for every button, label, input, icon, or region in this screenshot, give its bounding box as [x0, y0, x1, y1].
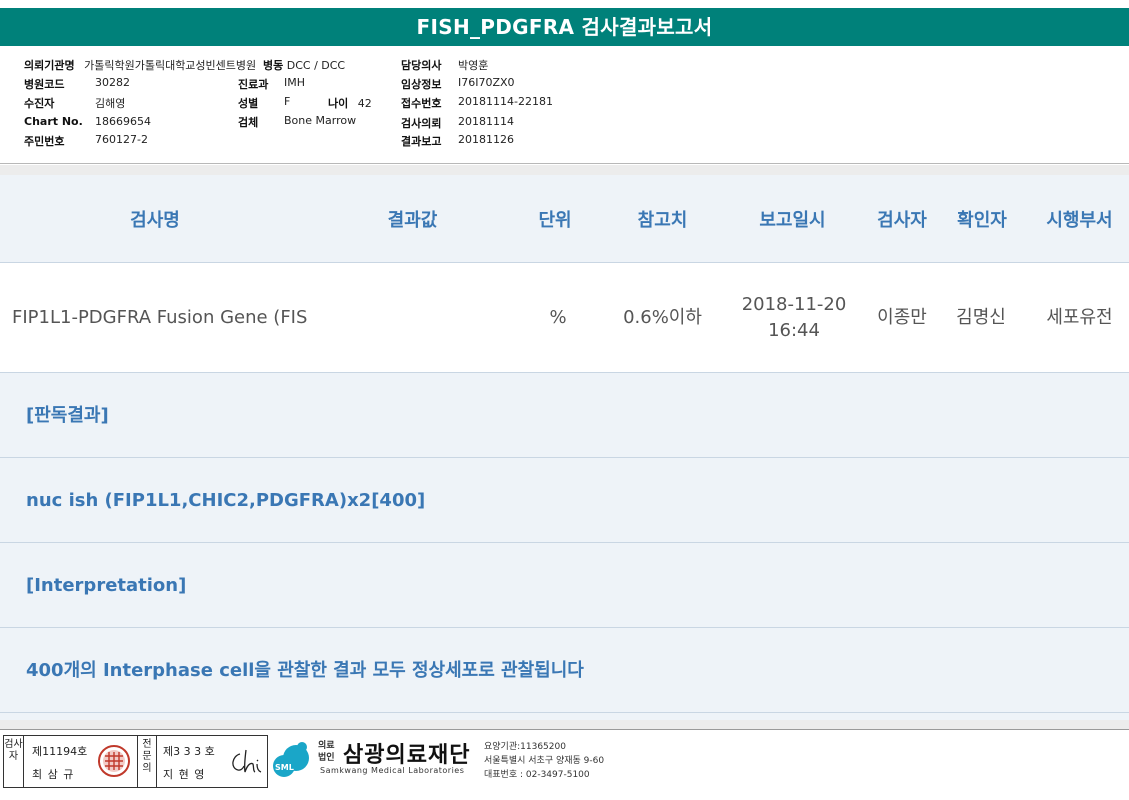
org-name: 삼광의료재단 [343, 743, 471, 768]
table-row: FIP1L1-PDGFRA Fusion Gene (FIS % 0.6%이하 … [0, 263, 1129, 373]
section-karyotype-text: nuc ish (FIP1L1,CHIC2,PDGFRA)x2[400] [26, 490, 426, 511]
results-table: 검사명 결과값 단위 참고치 보고일시 검사자 확인자 시행부서 FIP1L1-… [0, 175, 1129, 720]
footer-separator [0, 720, 1129, 730]
specimen-value: Bone Marrow [284, 114, 357, 127]
specialist-license: 제3 3 3 호 [163, 745, 215, 758]
receipt-no-value: 20181114-22181 [458, 95, 553, 108]
request-date-label: 검사의뢰 [401, 117, 442, 130]
header-unit: 단위 [538, 210, 572, 231]
cell-tester: 이종만 [877, 307, 927, 328]
header-test-name: 검사명 [130, 210, 180, 231]
clinical-info-label: 임상정보 [401, 78, 442, 91]
receipt-no-label: 접수번호 [401, 97, 442, 110]
header-tester: 검사자 [877, 210, 927, 231]
section-interpretation-text: 400개의 Interphase cell을 관찰한 결과 모두 정상세포로 관… [26, 660, 584, 681]
request-date-value: 20181114 [458, 115, 514, 128]
hospital-code-field: 병원코드 30282 [24, 76, 130, 92]
hospital-code-label: 병원코드 [24, 78, 65, 91]
patient-name-field: 수진자 김해영 [24, 95, 125, 111]
specialist-name: 지 현 영 [163, 768, 206, 781]
org-address: 서울특별시 서초구 양재동 9-60 [484, 756, 605, 766]
doctor-field: 담당의사 박영훈 [401, 57, 488, 73]
cell-confirmer: 김명신 [956, 307, 1006, 328]
separator [0, 165, 1129, 175]
clinical-info-value: I76I70ZX0 [458, 76, 515, 89]
cell-result [345, 263, 480, 373]
report-title: FISH_PDGFRA 검사결과보고서 [0, 8, 1129, 46]
ward-value: DCC / DCC [286, 59, 346, 72]
cell-reference: 0.6%이하 [623, 307, 702, 328]
report-date-value: 20181126 [458, 133, 514, 146]
sex-field: 성별 F [238, 95, 290, 111]
receipt-no-field: 접수번호 20181114-22181 [401, 95, 553, 111]
doctor-label: 담당의사 [401, 59, 442, 72]
sex-label: 성별 [238, 97, 259, 110]
section-reading-result: [판독결과] [0, 373, 1129, 458]
cell-report-datetime: 2018-11-20 16:44 [741, 294, 847, 341]
specialist-vertical-label: 전문의 [137, 736, 157, 787]
cell-test-name: FIP1L1-PDGFRA Fusion Gene (FIS [12, 307, 308, 328]
resident-id-value: 760127-2 [95, 133, 148, 146]
section-interpretation-heading-text: [Interpretation] [26, 575, 187, 596]
header-reference: 참고치 [637, 210, 688, 231]
age-value: 42 [357, 97, 372, 110]
age-label: 나이 [328, 97, 349, 110]
doctor-value: 박영훈 [458, 59, 489, 72]
patient-name-value: 김해영 [95, 97, 126, 110]
chart-no-field: Chart No. 18669654 [24, 115, 151, 128]
section-interpretation-heading: [Interpretation] [0, 543, 1129, 628]
tester-license: 제11194호 [32, 745, 88, 758]
sml-logo-text: SML [275, 763, 294, 772]
cell-department: 세포유전 [1046, 307, 1113, 328]
tester-vertical-label: 검사자 [4, 736, 24, 787]
ward-label: 병동 [263, 59, 284, 72]
clinical-info-field: 임상정보 I76I70ZX0 [401, 76, 515, 92]
org-code: 요양기관:11365200 [484, 742, 566, 752]
org-english-name: Samkwang Medical Laboratories [320, 766, 465, 775]
resident-id-label: 주민번호 [24, 135, 65, 148]
age-field: 나이 42 [328, 95, 372, 111]
header-confirmer: 확인자 [957, 210, 1007, 231]
institution-value: 가톨릭학원가톨릭대학교성빈센트병원 [84, 59, 257, 72]
sex-value: F [284, 95, 291, 108]
department-label: 진료과 [238, 78, 269, 91]
org-prefix-2: 법인 [318, 753, 335, 763]
hospital-code-value: 30282 [95, 76, 130, 89]
patient-info-panel: 의뢰기관명 가톨릭학원가톨릭대학교성빈센트병원 병원코드 30282 수진자 김… [0, 46, 1129, 164]
section-karyotype: nuc ish (FIP1L1,CHIC2,PDGFRA)x2[400] [0, 458, 1129, 543]
cell-unit: % [549, 307, 567, 328]
department-value: IMH [284, 76, 306, 89]
chart-no-value: 18669654 [95, 115, 151, 128]
section-reading-result-text: [판독결과] [26, 405, 109, 426]
institution-label: 의뢰기관명 [24, 59, 75, 72]
header-result: 결과값 [387, 210, 438, 231]
specimen-label: 검체 [238, 116, 259, 129]
specialist-signature-icon [226, 746, 264, 778]
signature-box: 검사자 제11194호 최 삼 규 전문의 제3 3 3 호 지 현 영 [3, 735, 268, 788]
org-phone: 대표번호 : 02-3497-5100 [484, 770, 590, 780]
request-date-field: 검사의뢰 20181114 [401, 115, 514, 131]
header-department: 시행부서 [1046, 210, 1113, 231]
institution-field: 의뢰기관명 가톨릭학원가톨릭대학교성빈센트병원 [24, 57, 256, 73]
sml-logo-icon: SML [272, 738, 314, 780]
report-date-field: 결과보고 20181126 [401, 133, 514, 149]
chart-no-label: Chart No. [24, 115, 83, 128]
resident-id-field: 주민번호 760127-2 [24, 133, 148, 149]
report-date-label: 결과보고 [401, 135, 442, 148]
tester-seal-icon [97, 744, 131, 778]
patient-name-label: 수진자 [24, 97, 55, 110]
department-field: 진료과 IMH [238, 76, 305, 92]
specimen-field: 검체 Bone Marrow [238, 114, 356, 130]
tester-name: 최 삼 규 [32, 768, 75, 781]
ward-field: 병동 DCC / DCC [263, 57, 345, 73]
header-report-datetime: 보고일시 [759, 210, 826, 231]
section-interpretation: 400개의 Interphase cell을 관찰한 결과 모두 정상세포로 관… [0, 628, 1129, 713]
table-header: 검사명 결과값 단위 참고치 보고일시 검사자 확인자 시행부서 [0, 175, 1129, 263]
